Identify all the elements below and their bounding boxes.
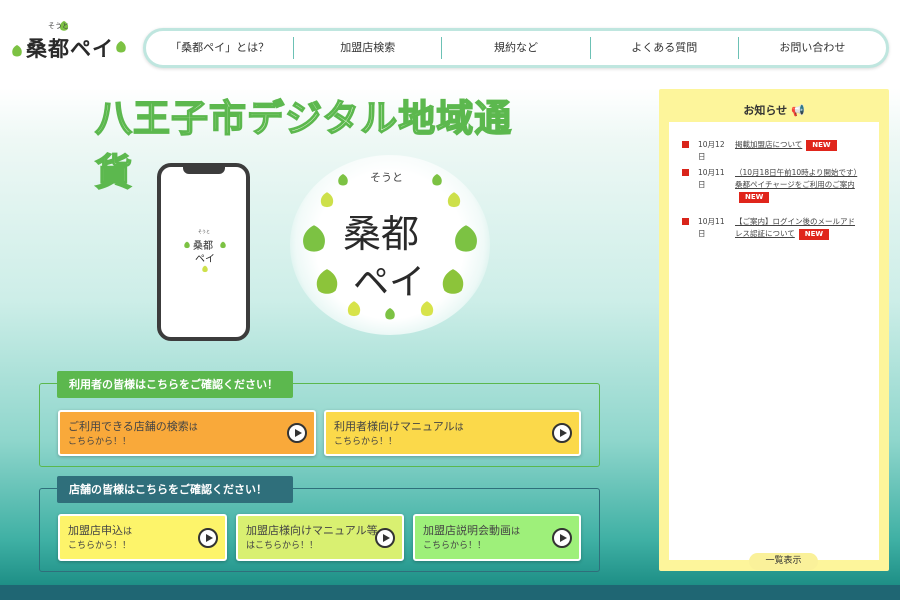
news-title: お知らせ 📢 [743, 104, 805, 117]
button-main-text: 加盟店説明会動画 [423, 524, 511, 537]
leaf-icon [12, 45, 22, 57]
users-section-label: 利用者の皆様はこちらをご確認ください！ [57, 371, 293, 398]
store-apply-button[interactable]: 加盟店申込は こちらから！！ [58, 514, 227, 561]
view-all-button[interactable]: 一覧表示 [749, 553, 818, 570]
news-list: 10月12日 掲載加盟店について NEW 10月11日 （10月18日午前10時よ… [669, 122, 879, 570]
hero-logo-line1: 桑都 [343, 212, 420, 256]
leaf-icon [455, 225, 477, 252]
button-suffix: は [511, 527, 521, 537]
leaf-icon [385, 308, 395, 320]
news-bullet [682, 218, 689, 225]
stores-section-label: 店舗の皆様はこちらをご確認ください！ [57, 476, 293, 503]
button-main-text: 加盟店様向けマニュアル等 [246, 524, 378, 537]
nav-faq[interactable]: よくある質問 [591, 37, 739, 59]
new-badge: NEW [798, 229, 830, 240]
leaf-icon [202, 265, 208, 273]
store-manual-button[interactable]: 加盟店様向けマニュアル等 はこちらから！！ [236, 514, 404, 561]
news-link[interactable]: 【ご案内】ログイン後のメールアドレス認証について NEW [735, 216, 859, 240]
phone-screen-logo: そうと 桑都 ペイ [183, 229, 228, 274]
new-badge: NEW [739, 192, 770, 203]
news-link[interactable]: 掲載加盟店について NEW [735, 139, 859, 151]
leaf-icon [338, 174, 348, 186]
logo-name: 桑都ペイ [26, 37, 114, 61]
news-bullet [682, 141, 689, 148]
news-link[interactable]: （10月18日午前10時より開始です）桑都ペイチャージをご利用のご案内 NEW [735, 167, 859, 203]
play-icon [287, 423, 307, 443]
button-main-text: 利用者様向けマニュアル [334, 420, 455, 433]
main-nav: 「桑都ペイ」とは？ 加盟店検索 規約など よくある質問 お問い合わせ [143, 28, 889, 68]
leaf-icon [184, 241, 190, 249]
leaf-icon [316, 269, 338, 294]
leaf-icon [432, 174, 442, 186]
news-item: 10月11日 （10月18日午前10時より開始です）桑都ペイチャージをご利用のご… [682, 167, 872, 207]
play-icon [375, 527, 395, 548]
logo-ruby: そうと [48, 22, 69, 30]
button-sub-text: こちらから！！ [68, 541, 132, 551]
play-icon [198, 527, 218, 548]
button-suffix: は [188, 423, 198, 433]
nav-about[interactable]: 「桑都ペイ」とは？ [146, 37, 295, 59]
hero-logo-ruby: そうと [370, 171, 403, 184]
footer-bar [0, 585, 900, 600]
button-sub-text: こちらから！！ [334, 437, 398, 447]
users-section: 利用者の皆様はこちらをご確認ください！ ご利用できる店舗の検索は こちらから！！… [39, 371, 600, 467]
leaf-icon [447, 192, 461, 208]
news-bullet [682, 169, 689, 176]
store-search-button[interactable]: ご利用できる店舗の検索は こちらから！！ [58, 410, 316, 456]
button-sub-text: こちらから！！ [423, 541, 487, 551]
news-link-text: 【ご案内】ログイン後のメールアドレス認証について [735, 217, 855, 238]
nav-store-search[interactable]: 加盟店検索 [294, 37, 443, 59]
button-main-text: 加盟店申込 [68, 524, 123, 537]
site-logo[interactable]: そうと 桑都ペイ [10, 18, 130, 68]
leaf-icon [116, 41, 126, 53]
stores-section: 店舗の皆様はこちらをご確認ください！ 加盟店申込は こちらから！！ 加盟店様向け… [39, 476, 600, 572]
button-suffix: は [454, 423, 464, 433]
button-main-text: ご利用できる店舗の検索 [68, 420, 189, 433]
leaf-icon [442, 269, 464, 294]
news-link-text: 掲載加盟店について [735, 140, 803, 149]
nav-terms[interactable]: 規約など [442, 37, 591, 59]
nav-contact[interactable]: お問い合わせ [739, 37, 886, 59]
news-date: 10月11日 [698, 168, 725, 189]
leaf-icon [220, 241, 226, 249]
button-sub-text: こちらから！！ [68, 437, 132, 447]
news-link-text: （10月18日午前10時より開始です）桑都ペイチャージをご利用のご案内 [735, 168, 858, 189]
news-date: 10月11日 [698, 217, 725, 238]
phone-notch [183, 166, 225, 174]
hero-logo-line2: ペイ [353, 262, 426, 303]
play-icon [552, 527, 572, 548]
news-item: 10月11日 【ご案内】ログイン後のメールアドレス認証について NEW [682, 216, 872, 240]
phone-logo-ruby: そうと [198, 229, 210, 234]
new-badge: NEW [806, 140, 837, 151]
play-icon [552, 423, 572, 443]
hero-logo: そうと 桑都 ペイ [290, 155, 490, 335]
news-item: 10月12日 掲載加盟店について NEW [682, 139, 872, 163]
leaf-icon [320, 192, 334, 208]
phone-logo-line2: ペイ [195, 254, 215, 265]
user-manual-button[interactable]: 利用者様向けマニュアルは こちらから！！ [324, 410, 581, 456]
button-sub-text: はこちらから！！ [246, 541, 319, 551]
store-briefing-video-button[interactable]: 加盟店説明会動画は こちらから！！ [413, 514, 581, 561]
news-date: 10月12日 [698, 140, 725, 161]
hero-title: 八王子市デジタル地域通貨 [94, 96, 513, 195]
leaf-icon [303, 225, 325, 252]
news-panel: お知らせ 📢 10月12日 掲載加盟店について NEW 10月11日 （10月18… [659, 89, 889, 571]
button-suffix: は [123, 527, 133, 537]
phone-illustration: そうと 桑都 ペイ [157, 163, 250, 341]
